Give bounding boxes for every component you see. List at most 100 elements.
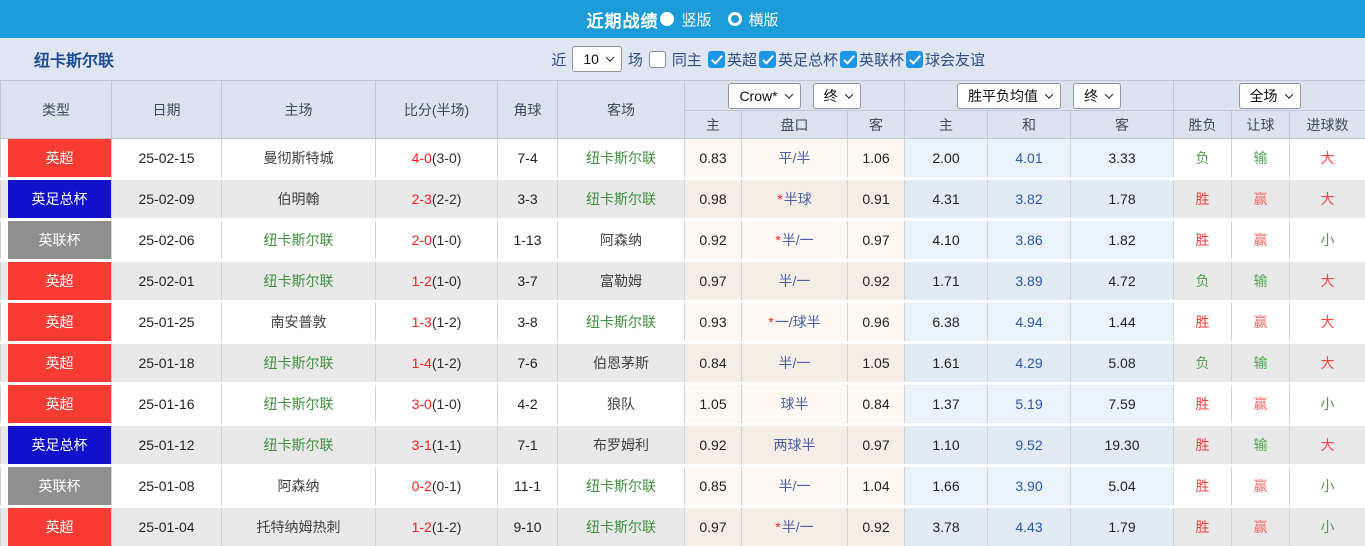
- horizontal-layout-radio[interactable]: [727, 12, 742, 26]
- avg-away-odds: 3.33: [1070, 138, 1174, 179]
- avg-away-odds: 1.79: [1070, 506, 1174, 546]
- goals-result-cell: 小: [1289, 506, 1365, 546]
- corner-score: 7-1: [497, 424, 558, 466]
- avg-home-odds: 4.10: [904, 219, 988, 261]
- match-date: 25-02-09: [111, 178, 222, 220]
- subcol-avg-away: 客: [1070, 110, 1174, 139]
- corner-score: 3-3: [497, 178, 558, 220]
- panel-title: 近期战绩: [586, 11, 659, 31]
- crow-home-odds: 0.97: [684, 506, 742, 546]
- match-count-select[interactable]: 10: [572, 46, 622, 72]
- avg-away-odds: 5.08: [1070, 342, 1174, 384]
- league-checkbox-friendly[interactable]: [905, 50, 923, 68]
- scope-select[interactable]: 全场: [1238, 82, 1301, 109]
- vertical-layout-label[interactable]: 竖版: [681, 9, 711, 30]
- match-date: 25-01-25: [111, 301, 222, 343]
- crow-away-odds: 0.84: [847, 383, 905, 425]
- subcol-handicap-result: 让球: [1231, 110, 1290, 139]
- result-cell: 胜: [1173, 506, 1232, 546]
- avg-home-odds: 1.37: [904, 383, 988, 425]
- table-row: 英联杯 25-02-06 纽卡斯尔联 2-0(1-0) 1-13 阿森纳 0.92 *半/一 0…: [0, 219, 1365, 261]
- match-score: 4-0(3-0): [375, 138, 498, 179]
- avg-time-value: 终: [1084, 87, 1098, 104]
- result-cell: 胜: [1173, 424, 1232, 466]
- league-type-badge: 英超: [8, 303, 111, 341]
- crow-handicap: *一/球半: [741, 301, 848, 343]
- avg-away-odds: 19.30: [1070, 424, 1174, 466]
- table-row: 英足总杯 25-01-12 纽卡斯尔联 3-1(1-1) 7-1 布罗姆利 0.92 两球半 0…: [0, 424, 1365, 466]
- league-type-cell: 英超: [0, 506, 112, 546]
- league-label-league-cup[interactable]: 英联杯: [859, 49, 904, 70]
- league-checkbox-fa-cup[interactable]: [758, 50, 776, 68]
- crow-away-odds: 0.92: [847, 260, 905, 302]
- same-home-checkbox[interactable]: [648, 50, 666, 68]
- league-checkbox-league-cup[interactable]: [839, 50, 857, 68]
- league-type-badge: 英联杯: [8, 221, 111, 259]
- avg-home-odds: 1.71: [904, 260, 988, 302]
- crow-home-odds: 0.84: [684, 342, 742, 384]
- avg-draw-odds: 3.86: [987, 219, 1071, 261]
- match-count-value: 10: [583, 51, 599, 67]
- bookmaker-select-value: Crow*: [739, 87, 778, 104]
- handicap-result-cell: 输: [1231, 260, 1290, 302]
- near-label: 近: [551, 51, 567, 69]
- goals-result-cell: 小: [1289, 465, 1365, 507]
- col-header-home: 主场: [221, 80, 376, 139]
- league-type-badge: 英超: [8, 262, 111, 300]
- home-team: 伯明翰: [221, 178, 376, 220]
- bookmaker-select[interactable]: Crow*: [728, 82, 801, 109]
- subcol-result: 胜负: [1173, 110, 1232, 139]
- league-checkbox-epl[interactable]: [707, 50, 725, 68]
- same-home-label[interactable]: 同主: [672, 49, 702, 70]
- games-label: 场: [627, 51, 643, 69]
- league-type-cell: 英足总杯: [0, 424, 112, 466]
- away-team: 纽卡斯尔联: [557, 301, 685, 343]
- league-type-badge: 英超: [8, 344, 111, 382]
- crow-away-odds: 0.97: [847, 219, 905, 261]
- filter-bar: 纽卡斯尔联 近 10 场 同主 英超 英足总杯 英联杯 球会友谊: [0, 38, 1365, 80]
- crow-home-odds: 0.83: [684, 138, 742, 179]
- bookmaker-time-select[interactable]: 终: [812, 82, 861, 109]
- match-score: 3-1(1-1): [375, 424, 498, 466]
- crow-away-odds: 0.96: [847, 301, 905, 343]
- avg-draw-odds: 4.29: [987, 342, 1071, 384]
- avg-time-select[interactable]: 终: [1073, 82, 1121, 109]
- league-type-badge: 英足总杯: [8, 180, 111, 218]
- chevron-down-icon: [1104, 89, 1114, 99]
- avg-type-select[interactable]: 胜平负均值: [957, 82, 1061, 109]
- league-label-fa-cup[interactable]: 英足总杯: [778, 49, 838, 70]
- avg-away-odds: 5.04: [1070, 465, 1174, 507]
- results-table: 类型 日期 主场 比分(半场) 角球 客场 Crow* 终 胜平负均值 终 全场…: [0, 80, 1365, 546]
- vertical-layout-radio[interactable]: [660, 12, 675, 26]
- result-cell: 胜: [1173, 301, 1232, 343]
- avg-draw-odds: 4.01: [987, 138, 1071, 179]
- match-date: 25-01-04: [111, 506, 222, 546]
- avg-home-odds: 6.38: [904, 301, 988, 343]
- match-score: 1-2(1-0): [375, 260, 498, 302]
- corner-score: 3-7: [497, 260, 558, 302]
- result-cell: 负: [1173, 342, 1232, 384]
- goals-result-cell: 大: [1289, 424, 1365, 466]
- league-type-badge: 英超: [8, 139, 111, 177]
- table-row: 英超 25-02-15 曼彻斯特城 4-0(3-0) 7-4 纽卡斯尔联 0.83 平/半 1.…: [0, 138, 1365, 179]
- avg-away-odds: 1.44: [1070, 301, 1174, 343]
- crow-handicap: *半球: [741, 178, 848, 220]
- match-score: 1-4(1-2): [375, 342, 498, 384]
- horizontal-layout-label[interactable]: 横版: [749, 9, 779, 30]
- chevron-down-icon: [784, 89, 793, 99]
- goals-result-cell: 大: [1289, 178, 1365, 220]
- handicap-result-cell: 赢: [1231, 219, 1290, 261]
- average-odds-controls: 胜平负均值 终: [904, 80, 1174, 111]
- handicap-result-cell: 输: [1231, 342, 1290, 384]
- crow-home-odds: 0.93: [684, 301, 742, 343]
- corner-score: 4-2: [497, 383, 558, 425]
- crow-handicap: 球半: [741, 383, 848, 425]
- result-cell: 胜: [1173, 383, 1232, 425]
- home-team: 纽卡斯尔联: [221, 383, 376, 425]
- away-team: 纽卡斯尔联: [557, 465, 685, 507]
- league-label-epl[interactable]: 英超: [727, 49, 757, 70]
- crow-away-odds: 1.04: [847, 465, 905, 507]
- league-label-friendly[interactable]: 球会友谊: [925, 49, 985, 70]
- handicap-result-cell: 赢: [1231, 506, 1290, 546]
- avg-draw-odds: 3.89: [987, 260, 1071, 302]
